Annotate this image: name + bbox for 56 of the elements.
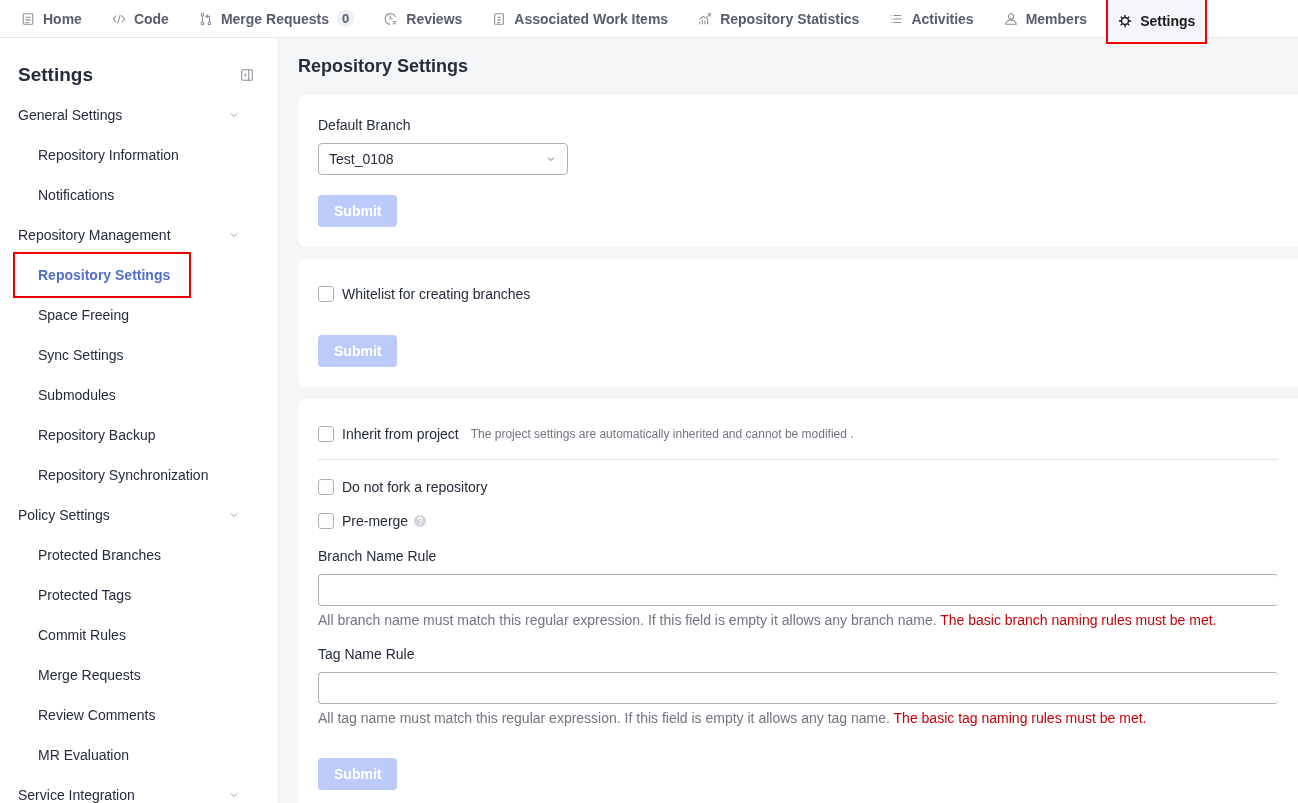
nav-tab[interactable]: Associated Work Items <box>481 0 680 37</box>
sidebar-item[interactable]: Repository Synchronization <box>0 455 278 495</box>
sidebar-item[interactable]: Repository Settings <box>13 252 191 298</box>
panel-collapse-icon <box>240 68 254 82</box>
nav-tab[interactable]: Members <box>992 0 1099 37</box>
sidebar-group[interactable]: Repository Management <box>0 215 278 255</box>
nav-tab[interactable]: Settings <box>1106 0 1208 44</box>
checkbox-label: Whitelist for creating branches <box>342 286 531 302</box>
gear-icon <box>1118 14 1133 28</box>
nav-tab[interactable]: Activities <box>878 0 985 37</box>
sidebar-item[interactable]: Repository Backup <box>0 415 278 455</box>
nav-tab[interactable]: Repository Statistics <box>687 0 871 37</box>
count-badge: 0 <box>337 10 355 27</box>
person-icon <box>1003 11 1018 26</box>
page-title: Repository Settings <box>298 55 470 78</box>
branch-select[interactable]: Test_0108 <box>318 143 568 175</box>
checkbox-label: Do not fork a repository <box>342 479 488 495</box>
checkbox[interactable] <box>318 426 334 442</box>
sidebar-item[interactable]: Notifications <box>0 175 278 215</box>
sidebar-item[interactable]: Commit Rules <box>0 615 278 655</box>
sidebar-item[interactable]: Submodules <box>0 375 278 415</box>
sidebar-item[interactable]: Protected Branches <box>0 535 278 575</box>
nav-tab[interactable]: Reviews <box>373 0 474 37</box>
sidebar-item[interactable]: MR Evaluation <box>0 735 278 775</box>
nav-tab[interactable]: Home <box>10 0 93 37</box>
checkbox[interactable] <box>318 513 334 529</box>
collapse-sidebar-button[interactable] <box>240 68 254 82</box>
rule-input-field[interactable] <box>318 574 1278 606</box>
sidebar-group[interactable]: Service Integration <box>0 775 278 803</box>
rule-input-field[interactable] <box>318 672 1278 704</box>
checkbox[interactable] <box>318 479 334 495</box>
sidebar-item[interactable]: Sync Settings <box>0 335 278 375</box>
clock-list-icon <box>384 11 399 26</box>
merge-request-icon <box>198 11 213 26</box>
sidebar-item[interactable]: Review Comments <box>0 695 278 735</box>
sidebar-item[interactable]: Repository Information <box>0 135 278 175</box>
sidebar-group[interactable]: Policy Settings <box>0 495 278 535</box>
document-icon <box>21 11 35 26</box>
sidebar-item[interactable]: Space Freeing <box>0 295 278 335</box>
field-label: Tag Name Rule <box>318 646 415 662</box>
document-icon <box>492 11 507 26</box>
field-label: Default Branch <box>318 117 411 133</box>
checkbox-label: Inherit from project <box>342 426 459 442</box>
sidebar-item[interactable]: Protected Tags <box>0 575 278 615</box>
field-label: Branch Name Rule <box>318 548 437 564</box>
help-text: All branch name must match this regular expression. If this field is empty it allows any branch name. The basic branch naming rules must be met. <box>318 612 1217 628</box>
chart-icon <box>698 11 713 26</box>
hint-text: The project settings are automatically inherited and cannot be modified . <box>470 427 854 441</box>
nav-tab[interactable]: Code <box>100 0 180 37</box>
sidebar-item[interactable]: Merge Requests <box>0 655 278 695</box>
nav-tab[interactable]: Merge Requests 0 <box>187 0 366 37</box>
checkbox[interactable] <box>318 286 334 302</box>
sidebar-title: Settings <box>18 64 93 86</box>
sidebar-group[interactable]: General Settings <box>0 95 278 135</box>
checkbox-label: Pre-merge <box>342 513 409 529</box>
help-text: All tag name must match this regular expression. If this field is empty it allows any tag name. The basic tag naming rules must be met. <box>318 710 1147 726</box>
